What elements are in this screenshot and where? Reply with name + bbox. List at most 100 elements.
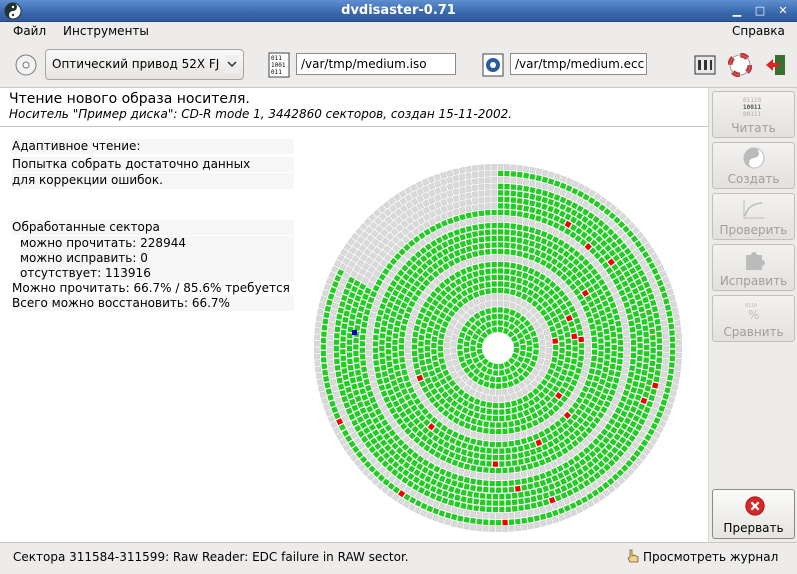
disc-sector xyxy=(604,200,613,209)
close-window-icon[interactable]: ✕ xyxy=(774,3,792,19)
image-path-field[interactable]: /var/tmp/medium.iso xyxy=(296,53,456,75)
disc-sector xyxy=(575,408,583,416)
disc-sector xyxy=(648,293,655,301)
read-button[interactable]: 01110 10011 00111 Читать xyxy=(712,91,795,138)
disc-sector xyxy=(535,201,542,209)
disc-sector xyxy=(446,203,454,211)
disc-sector xyxy=(327,415,336,423)
disc-sector xyxy=(597,485,605,493)
disc-sector xyxy=(351,404,359,412)
disc-sector xyxy=(636,362,643,368)
disc-sector xyxy=(527,274,535,282)
compare-button[interactable]: 0110 % Сравнить xyxy=(712,295,795,342)
ecc-path-field[interactable]: /var/tmp/medium.ecc xyxy=(510,53,647,75)
disc-sector xyxy=(448,379,457,387)
disc-sector xyxy=(511,499,518,506)
disc-sector xyxy=(344,420,352,428)
disc-sector xyxy=(463,523,470,530)
disc-sector xyxy=(531,412,539,420)
disc-sector xyxy=(465,245,473,253)
disc-sector xyxy=(327,394,334,401)
disc-sector xyxy=(422,301,430,309)
disc-sector xyxy=(499,415,505,422)
disc-sector xyxy=(479,309,486,317)
disc-sector xyxy=(404,282,412,290)
disc-sector xyxy=(376,264,385,273)
disc-sector xyxy=(497,293,504,300)
disc-sector xyxy=(508,433,515,441)
disc-sector xyxy=(590,306,598,314)
disc-sector xyxy=(473,505,480,512)
minimize-icon[interactable]: ▁ xyxy=(728,3,746,19)
verify-button[interactable]: Проверить xyxy=(712,193,795,240)
disc-sector xyxy=(398,490,406,498)
help-lifebuoy-icon[interactable] xyxy=(728,53,752,77)
disc-sector xyxy=(431,262,439,270)
disc-sector xyxy=(347,392,354,400)
disc-sector xyxy=(333,339,340,345)
disc-sector xyxy=(401,369,408,376)
disc-sector xyxy=(552,243,560,251)
disc-sector xyxy=(643,338,650,344)
disc-sector xyxy=(571,187,579,195)
disc-sector xyxy=(625,459,633,468)
disc-sector xyxy=(392,333,399,339)
disc-sector xyxy=(503,294,510,301)
disc-sector xyxy=(367,265,376,274)
disc-sector xyxy=(435,229,443,237)
disc-sector xyxy=(503,307,510,314)
menu-tools[interactable]: Инструменты xyxy=(63,24,149,38)
disc-sector xyxy=(447,259,455,267)
window-titlebar[interactable]: dvdisaster-0.71 ▁ □ ✕ xyxy=(0,0,797,22)
disc-sector xyxy=(666,310,673,317)
disc-sector xyxy=(542,492,550,499)
maximize-icon[interactable]: □ xyxy=(751,3,769,19)
disc-sector xyxy=(578,451,586,459)
disc-sector xyxy=(533,474,540,482)
drive-select[interactable]: Оптический привод 52X FJ xyxy=(45,49,244,80)
disc-sector xyxy=(489,441,495,448)
abort-button[interactable]: Прервать xyxy=(712,489,795,539)
preferences-icon[interactable] xyxy=(694,54,716,76)
disc-sector xyxy=(473,445,480,452)
disc-sector xyxy=(517,411,524,419)
disc-sector xyxy=(571,311,579,319)
disc-sector xyxy=(417,224,426,233)
disc-sector xyxy=(546,382,554,390)
disc-sector xyxy=(505,500,511,506)
image-file-icon[interactable]: 011 1001 011 xyxy=(268,52,290,78)
disc-sector xyxy=(378,466,387,475)
disc-sector xyxy=(465,218,473,226)
disc-sector xyxy=(603,275,612,284)
disc-sector xyxy=(536,409,544,417)
disc-sector xyxy=(365,257,374,265)
disc-sector xyxy=(620,410,628,418)
disc-sector xyxy=(636,355,643,362)
disc-sector xyxy=(527,522,534,530)
disc-sector xyxy=(323,403,331,411)
disc-sector xyxy=(370,290,377,298)
disc-sector xyxy=(634,394,642,401)
disc-sector xyxy=(443,277,451,286)
quit-exit-icon[interactable] xyxy=(764,53,788,77)
disc-sector xyxy=(553,186,561,195)
disc-sector xyxy=(441,391,449,399)
disc-sector xyxy=(641,318,648,325)
view-log-button[interactable]: Просмотреть журнал xyxy=(625,548,778,568)
disc-sector xyxy=(422,192,430,200)
create-button[interactable]: Создать xyxy=(712,142,795,189)
disc-sector xyxy=(602,387,610,395)
disc-sector xyxy=(524,333,531,341)
disc-sector xyxy=(578,284,586,292)
disc-sector xyxy=(427,274,435,283)
menu-help[interactable]: Справка xyxy=(732,24,785,38)
fix-button[interactable]: Исправить xyxy=(712,244,795,291)
disc-sector xyxy=(356,259,365,267)
disc-sector xyxy=(412,227,420,236)
ecc-file-icon[interactable] xyxy=(482,53,504,77)
disc-sector xyxy=(359,347,366,353)
disc-sector xyxy=(448,406,456,414)
disc-sector xyxy=(566,262,575,270)
menu-file[interactable]: Файл xyxy=(13,24,46,38)
disc-sector xyxy=(423,316,430,323)
